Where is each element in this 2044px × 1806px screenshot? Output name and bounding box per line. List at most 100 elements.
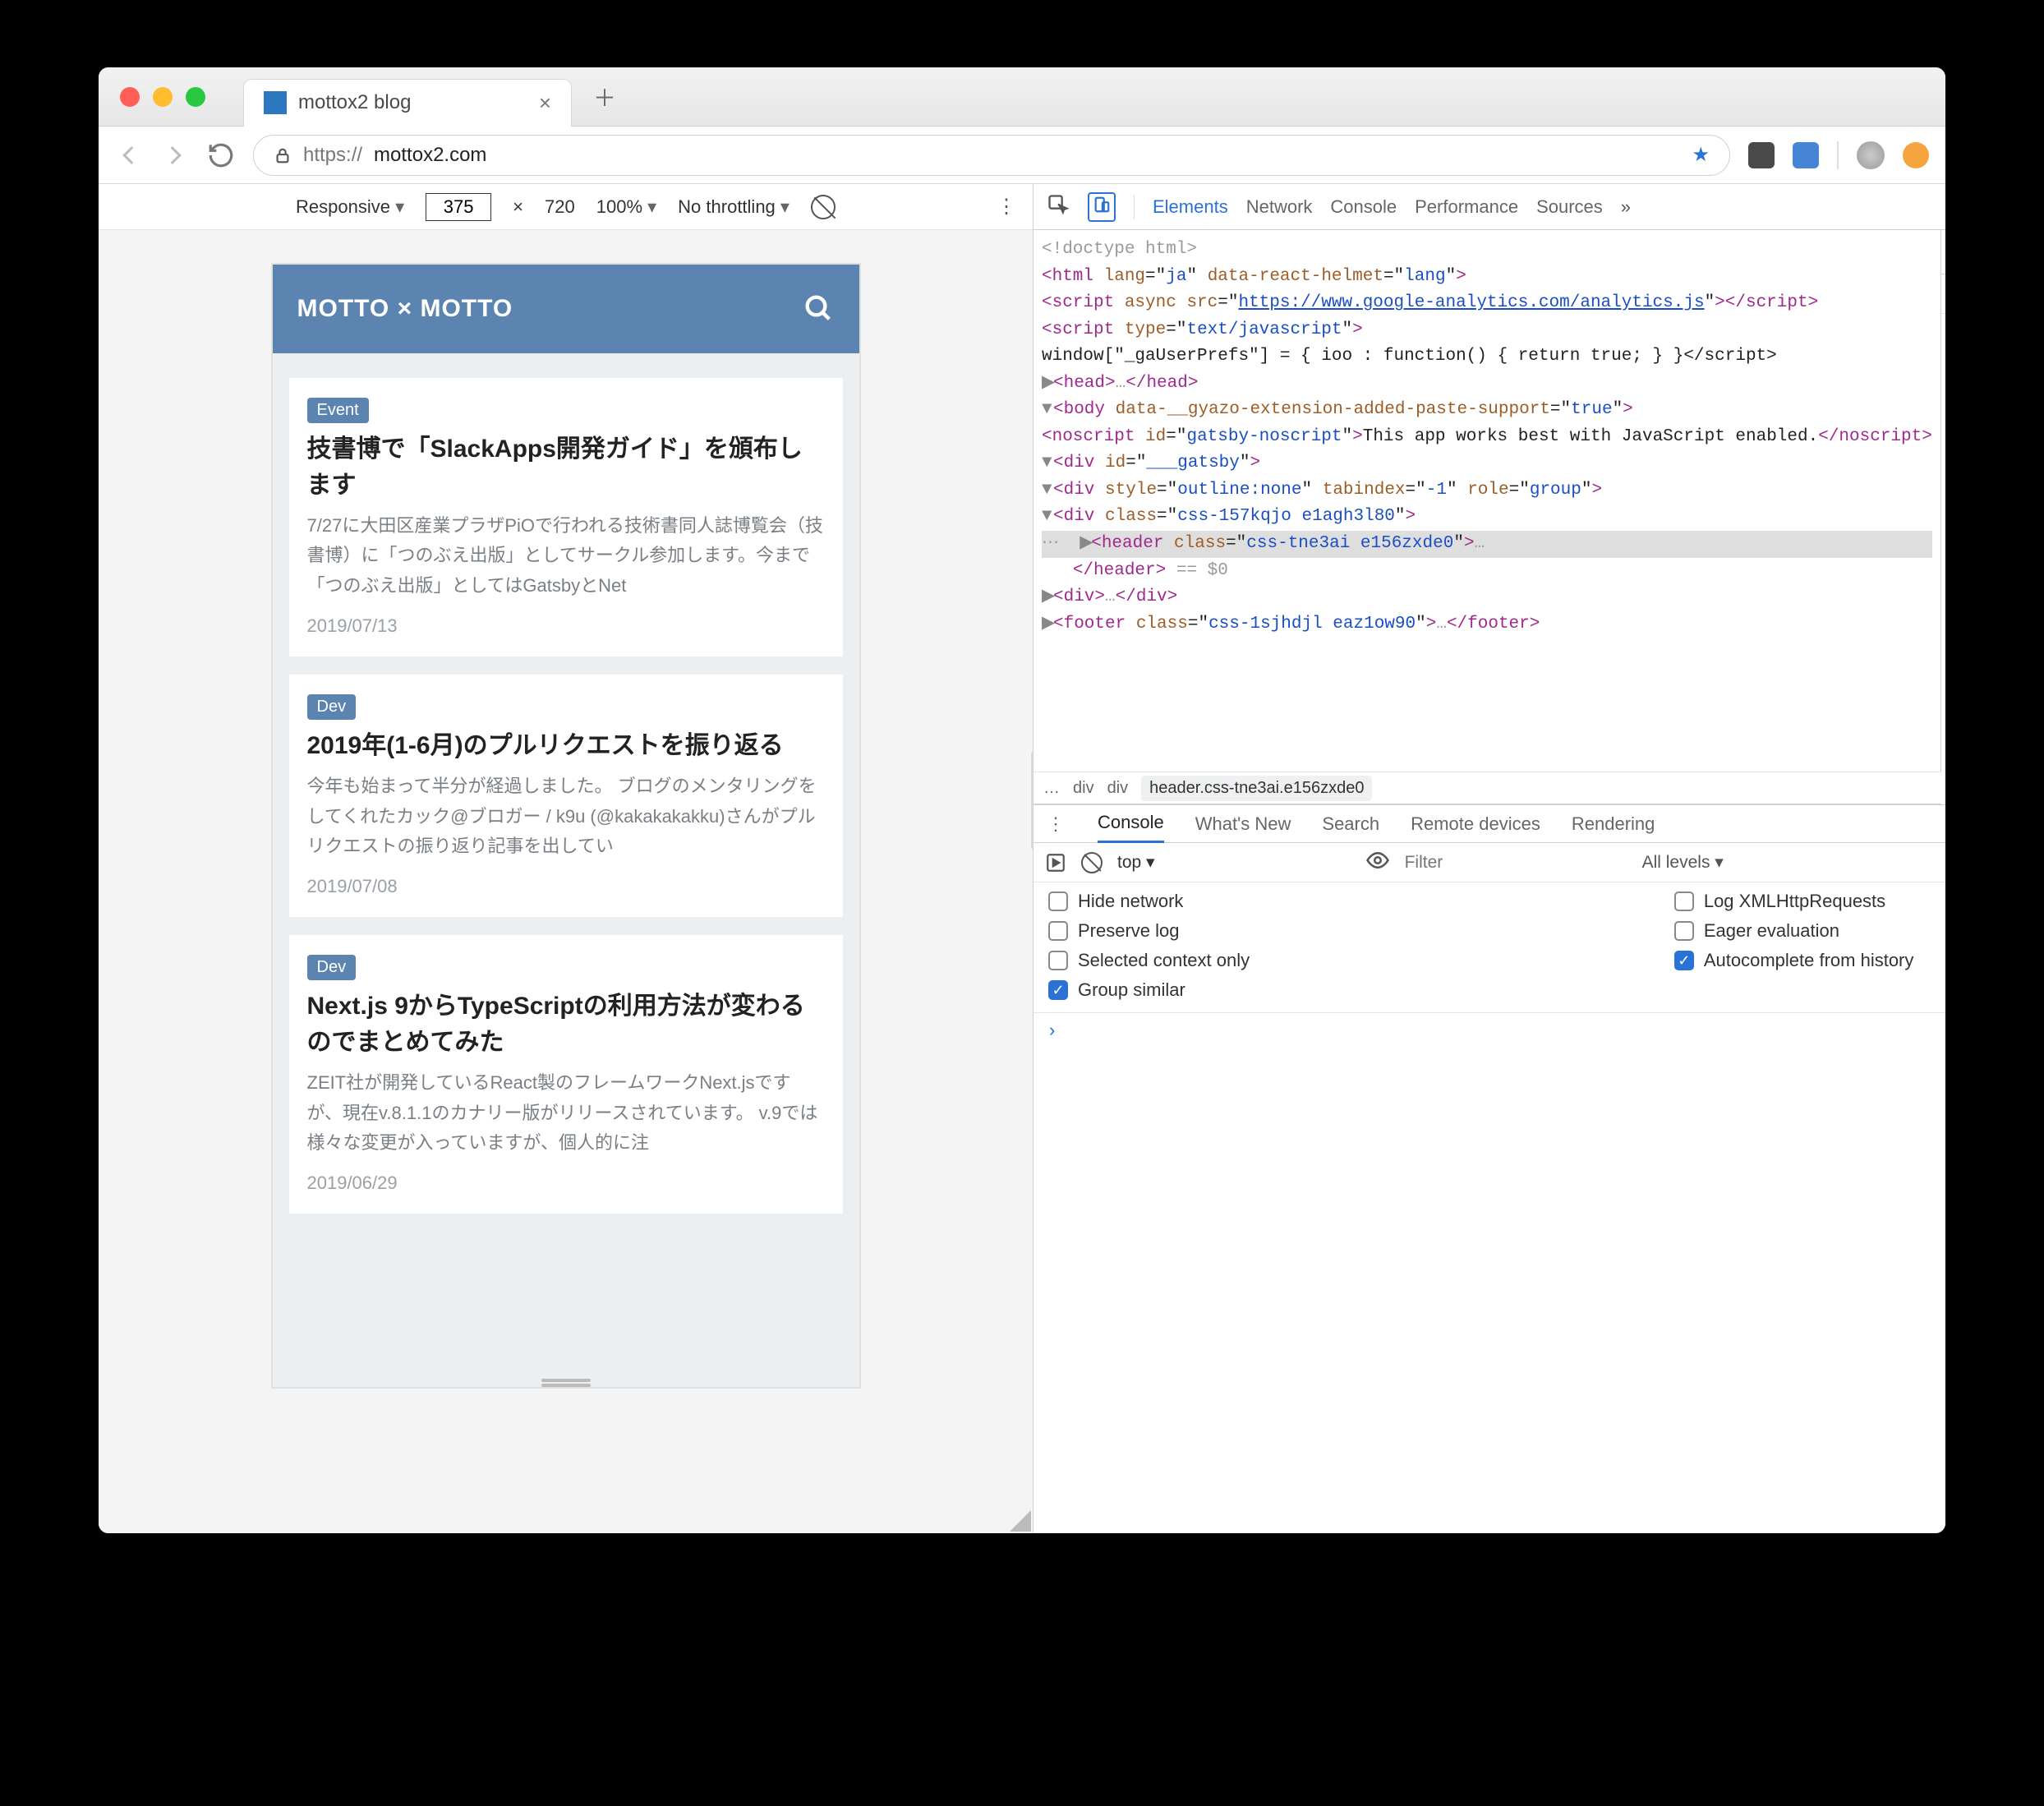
- dom-node[interactable]: <script async src="https://www.google-an…: [1042, 290, 1932, 317]
- tab-network[interactable]: Network: [1246, 196, 1313, 218]
- post-title[interactable]: Next.js 9からTypeScriptの利用方法が変わるのでまとめてみた: [307, 988, 825, 1060]
- new-tab-button[interactable]: ＋: [588, 81, 621, 113]
- rotate-icon[interactable]: [811, 195, 836, 219]
- styles-pane: Styles Computed » :hov .cls ＋ element.st…: [1941, 230, 1945, 804]
- dom-node[interactable]: ▶<head>…</head>: [1042, 371, 1932, 398]
- opt-selected-context[interactable]: Selected context only: [1048, 950, 1641, 971]
- inspect-element-icon[interactable]: [1047, 193, 1070, 221]
- dom-breadcrumbs[interactable]: … div div header.css-tne3ai.e156zxde0: [1034, 772, 1941, 804]
- device-toggle-icon[interactable]: [1088, 192, 1116, 222]
- crumb[interactable]: div: [1107, 779, 1129, 798]
- lock-icon: [274, 146, 292, 164]
- post-title[interactable]: 2019年(1-6月)のプルリクエストを振り返る: [307, 728, 825, 764]
- dom-node-selected[interactable]: ⋯ ▶<header class="css-tne3ai e156zxde0">…: [1042, 531, 1932, 558]
- tab-search[interactable]: Search: [1322, 813, 1379, 835]
- post-tag[interactable]: Dev: [307, 694, 357, 720]
- tab-performance[interactable]: Performance: [1415, 196, 1518, 218]
- tab-remote-devices[interactable]: Remote devices: [1411, 813, 1540, 835]
- address-bar[interactable]: https://mottox2.com ★: [253, 135, 1730, 176]
- dom-node[interactable]: </header> == $0: [1042, 558, 1932, 585]
- css-rules[interactable]: element.style { } .css-tne3ai {(index):5…: [1941, 314, 1945, 804]
- console-settings: Hide network Log XMLHttpRequests Preserv…: [1034, 882, 1945, 1013]
- dom-node[interactable]: ▶<div>…</div>: [1042, 584, 1932, 611]
- dom-node[interactable]: ▼<div style="outline:none" tabindex="-1"…: [1042, 477, 1932, 504]
- bookmark-star-icon[interactable]: ★: [1692, 143, 1710, 167]
- opt-log-xhr[interactable]: Log XMLHttpRequests: [1674, 891, 1945, 912]
- opt-group-similar[interactable]: ✓Group similar: [1048, 979, 1641, 1001]
- post-excerpt: 7/27に大田区産業プラザPiOで行われる技術書同人誌博覧会（技書博）に「つのぶ…: [307, 511, 825, 601]
- tab-elements[interactable]: Elements: [1153, 196, 1228, 218]
- zoom-select[interactable]: 100%: [596, 196, 656, 218]
- dom-node[interactable]: ▼<div id="___gatsby">: [1042, 450, 1932, 477]
- close-window-icon[interactable]: [120, 87, 140, 107]
- drawer-menu-icon[interactable]: ⋮: [1047, 813, 1066, 835]
- opt-hide-network[interactable]: Hide network: [1048, 891, 1641, 912]
- device-toolbar: Responsive × 720 100% No throttling ⋮: [99, 184, 1033, 230]
- opt-preserve-log[interactable]: Preserve log: [1048, 920, 1641, 942]
- opt-autocomplete[interactable]: ✓Autocomplete from history: [1674, 950, 1945, 971]
- resize-corner-icon[interactable]: [1010, 1510, 1031, 1532]
- post-date: 2019/07/13: [307, 615, 825, 637]
- tab-whatsnew[interactable]: What's New: [1195, 813, 1291, 835]
- dom-node[interactable]: ▶<footer class="css-1sjhdjl eaz1ow90">…<…: [1042, 611, 1932, 638]
- browser-window: mottox2 blog × ＋ https://mottox2.com ★: [99, 67, 1945, 1533]
- tab-console[interactable]: Console: [1098, 805, 1164, 843]
- run-icon[interactable]: [1045, 852, 1066, 873]
- profile-avatar-icon[interactable]: [1857, 141, 1885, 169]
- minimize-window-icon[interactable]: [153, 87, 173, 107]
- tab-sources[interactable]: Sources: [1536, 196, 1603, 218]
- clear-console-icon[interactable]: [1081, 852, 1103, 873]
- post-date: 2019/06/29: [307, 1173, 825, 1194]
- post-excerpt: ZEIT社が開発しているReact製のフレームワークNext.jsですが、現在v…: [307, 1068, 825, 1158]
- tabs-overflow-icon[interactable]: »: [1621, 196, 1631, 218]
- maximize-window-icon[interactable]: [186, 87, 205, 107]
- post-card[interactable]: Dev 2019年(1-6月)のプルリクエストを振り返る 今年も始まって半分が経…: [289, 675, 843, 917]
- browser-tab[interactable]: mottox2 blog ×: [243, 79, 572, 127]
- post-tag[interactable]: Event: [307, 398, 369, 423]
- crumb[interactable]: div: [1073, 779, 1094, 798]
- crumb-overflow-icon[interactable]: …: [1043, 779, 1060, 798]
- console-filter-input[interactable]: [1405, 853, 1627, 873]
- site-title[interactable]: MOTTO × MOTTO: [297, 295, 513, 323]
- viewport-canvas: MOTTO × MOTTO Event 技書博で「SlackApps開発ガイド」…: [99, 230, 1033, 1533]
- extension-icon[interactable]: [1903, 142, 1929, 168]
- styles-tabs: Styles Computed »: [1941, 230, 1945, 274]
- more-options-icon[interactable]: ⋮: [997, 195, 1018, 219]
- dom-tree[interactable]: <!doctype html> <html lang="ja" data-rea…: [1034, 230, 1941, 772]
- back-icon[interactable]: [115, 141, 143, 169]
- tab-rendering[interactable]: Rendering: [1572, 813, 1655, 835]
- context-select[interactable]: top ▾: [1117, 852, 1155, 873]
- post-tag[interactable]: Dev: [307, 955, 357, 980]
- reload-icon[interactable]: [207, 141, 235, 169]
- close-tab-icon[interactable]: ×: [539, 90, 551, 116]
- script-src-link[interactable]: https://www.google-analytics.com/analyti…: [1238, 293, 1704, 312]
- dom-node[interactable]: <script type="text/javascript">: [1042, 317, 1932, 344]
- opt-eager-eval[interactable]: Eager evaluation: [1674, 920, 1945, 942]
- log-levels-select[interactable]: All levels ▾: [1642, 852, 1724, 873]
- device-drag-handle-icon[interactable]: [525, 1374, 607, 1387]
- post-card[interactable]: Event 技書博で「SlackApps開発ガイド」を頒布します 7/27に大田…: [289, 378, 843, 657]
- search-icon[interactable]: [802, 292, 835, 327]
- extension-icon[interactable]: [1793, 142, 1819, 168]
- extension-icon[interactable]: [1748, 142, 1775, 168]
- crumb-selected[interactable]: header.css-tne3ai.e156zxde0: [1141, 776, 1372, 801]
- width-resize-handle-icon[interactable]: [1031, 751, 1033, 850]
- viewport-width-input[interactable]: [426, 193, 491, 221]
- device-mode-select[interactable]: Responsive: [296, 196, 404, 218]
- emulated-device[interactable]: MOTTO × MOTTO Event 技書博で「SlackApps開発ガイド」…: [271, 263, 861, 1389]
- tab-console[interactable]: Console: [1330, 196, 1397, 218]
- post-card[interactable]: Dev Next.js 9からTypeScriptの利用方法が変わるのでまとめて…: [289, 935, 843, 1214]
- dom-node[interactable]: ▼<div class="css-157kqjo e1agh3l80">: [1042, 504, 1932, 531]
- tab-title: mottox2 blog: [298, 91, 527, 114]
- emulation-panel: Responsive × 720 100% No throttling ⋮ MO…: [99, 184, 1034, 1533]
- dom-node[interactable]: ▼<body data-__gyazo-extension-added-past…: [1042, 397, 1932, 424]
- dom-node[interactable]: <!doctype html>: [1042, 237, 1932, 264]
- console-toolbar: top ▾ All levels ▾: [1034, 843, 1945, 882]
- console-prompt[interactable]: ›: [1034, 1013, 1945, 1050]
- forward-icon[interactable]: [161, 141, 189, 169]
- live-expression-icon[interactable]: [1365, 848, 1390, 878]
- dom-node[interactable]: <html lang="ja" data-react-helmet="lang"…: [1042, 264, 1932, 291]
- dom-node[interactable]: <noscript id="gatsby-noscript">This app …: [1042, 424, 1932, 451]
- post-title[interactable]: 技書博で「SlackApps開発ガイド」を頒布します: [307, 431, 825, 503]
- throttling-select[interactable]: No throttling: [678, 196, 790, 218]
